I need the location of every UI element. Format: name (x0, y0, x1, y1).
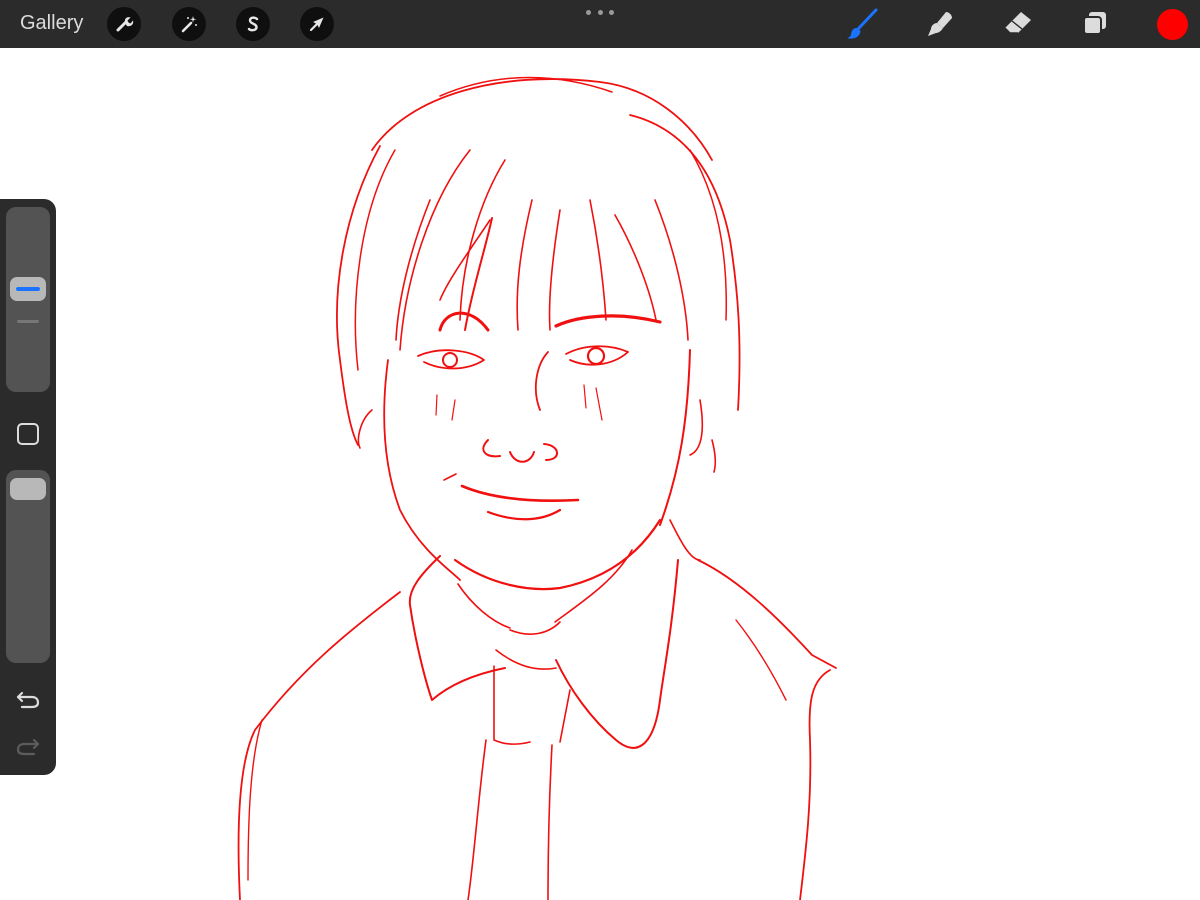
shirt-fold (735, 619, 787, 701)
neck-line-center (509, 621, 561, 635)
undo-icon (16, 691, 40, 709)
redo-icon (16, 738, 40, 756)
nose-bottom (482, 439, 558, 463)
mouth-line (460, 484, 580, 502)
eyebrow-right (554, 314, 662, 328)
square-modify-icon (17, 423, 39, 445)
eye-right-iris (586, 346, 606, 366)
arrow-cursor-icon (309, 17, 324, 32)
hair-outline-left-lower (336, 145, 381, 446)
undo-button[interactable] (14, 685, 42, 713)
face-right-contour (659, 349, 691, 526)
color-picker-swatch[interactable] (1157, 9, 1188, 40)
placket-down-right (547, 744, 553, 900)
more-dots-icon[interactable] (586, 7, 614, 17)
bangs-stroke (614, 214, 657, 321)
shoulder-right (799, 669, 831, 900)
gallery-button[interactable]: Gallery (20, 12, 83, 35)
actions-button[interactable] (107, 7, 141, 41)
brush-size-thumb[interactable] (10, 277, 46, 301)
modify-button[interactable] (16, 422, 40, 446)
redo-button[interactable] (14, 732, 42, 760)
drawing-canvas[interactable] (0, 48, 1200, 900)
adjustments-button[interactable] (172, 7, 206, 41)
bangs-stroke (459, 159, 506, 321)
smudge-finger-icon (928, 12, 952, 36)
lower-lip (486, 508, 562, 521)
bangs-stroke (439, 219, 491, 301)
placket-left (493, 665, 531, 745)
magic-wand-icon (181, 16, 197, 33)
ear-right-2 (711, 439, 717, 473)
brush-size-marker (17, 320, 39, 323)
neck-line-left (457, 583, 511, 629)
layers-button[interactable] (1077, 6, 1113, 42)
wrench-icon (116, 17, 134, 32)
left-sidebar (0, 199, 56, 775)
collar-right-top (669, 519, 701, 561)
brush-icon (847, 8, 878, 39)
top-toolbar: Gallery (0, 0, 1200, 48)
eraser-tool-button[interactable] (1000, 6, 1036, 42)
eraser-icon (1004, 12, 1031, 34)
nose-bridge (534, 351, 549, 411)
layers-icon (1083, 12, 1106, 35)
face-left-contour (383, 359, 461, 581)
ear-left (357, 409, 373, 449)
placket-right (559, 689, 571, 743)
shoulder-left (237, 591, 401, 900)
placket-down-left (467, 739, 487, 900)
bangs-stroke (589, 199, 607, 321)
cheek-line (451, 384, 603, 421)
bangs-stroke (654, 199, 689, 341)
hair-outline-right (629, 114, 741, 411)
collar-left-inner (495, 649, 557, 670)
transform-button[interactable] (300, 7, 334, 41)
brush-tool-button[interactable] (844, 6, 880, 42)
collar-right (555, 559, 679, 749)
selection-button[interactable] (236, 7, 270, 41)
mouth-corner (443, 473, 457, 481)
ear-right (689, 399, 704, 456)
cheek-line (435, 394, 438, 416)
bangs-stroke (516, 199, 533, 331)
hair-outline-left-2 (354, 149, 396, 371)
collar-right-edge (697, 559, 837, 669)
bangs-stroke (548, 209, 561, 331)
eyebrow-left (438, 311, 490, 332)
smudge-tool-button[interactable] (922, 6, 958, 42)
eye-left-iris (442, 352, 458, 368)
opacity-thumb[interactable] (10, 478, 46, 500)
hair-outline-left (371, 78, 713, 161)
selection-s-icon (247, 16, 259, 32)
